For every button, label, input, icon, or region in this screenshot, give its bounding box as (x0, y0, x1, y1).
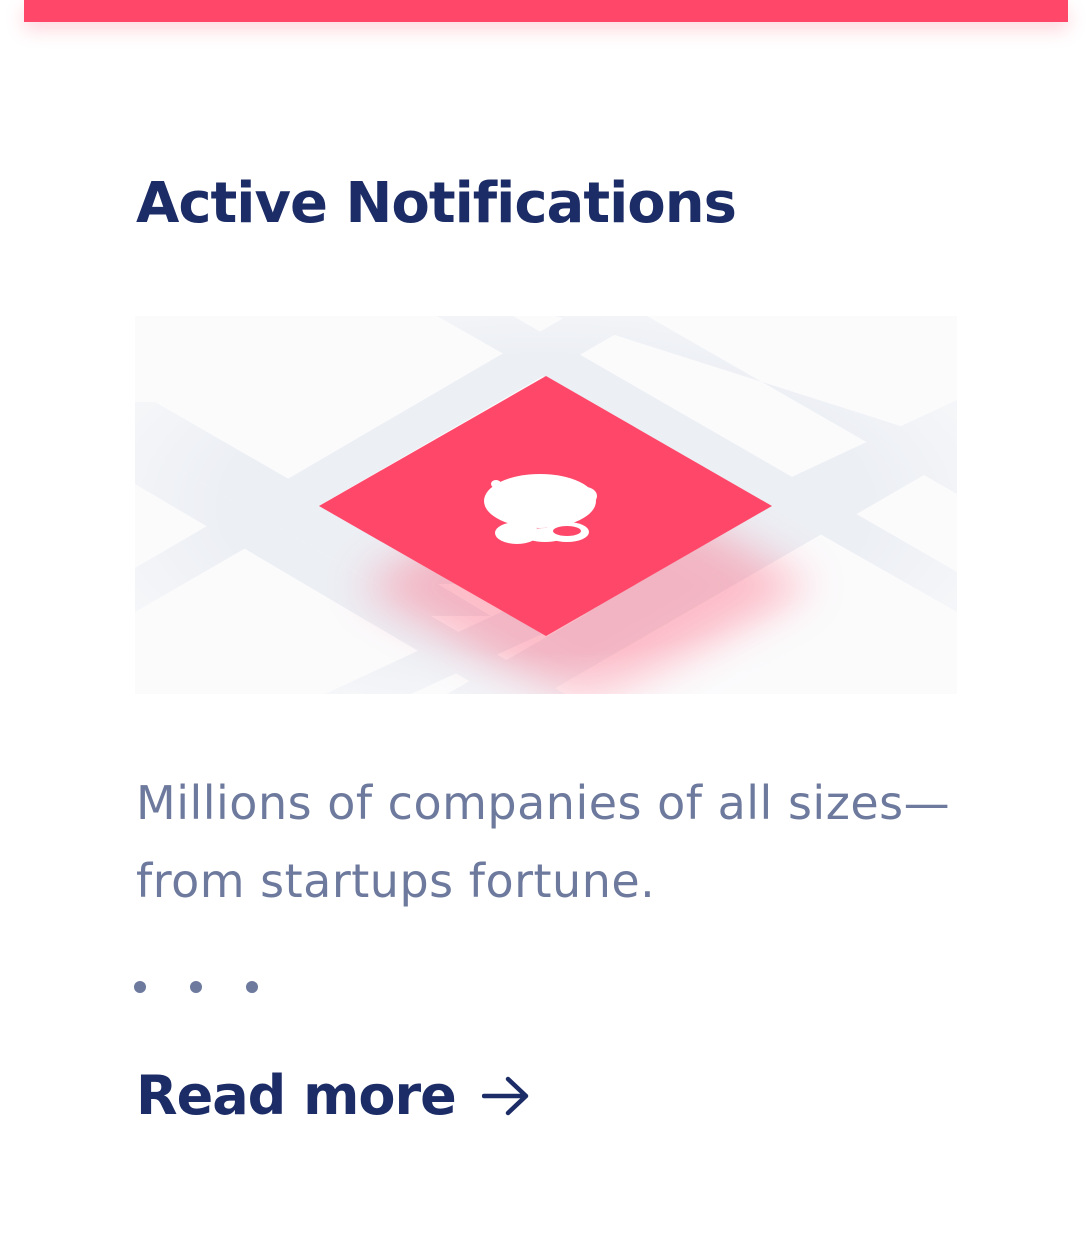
pager-dot[interactable] (134, 981, 146, 993)
read-more-label: Read more (136, 1064, 457, 1127)
card-description: Millions of companies of all sizes—from … (136, 776, 951, 908)
read-more-link[interactable]: Read more (136, 1060, 532, 1132)
arrow-right-icon (481, 1076, 528, 1116)
card-accent-bar (24, 0, 1068, 22)
isometric-grid-illustration (135, 316, 957, 694)
card-illustration (135, 316, 957, 694)
pager-dot[interactable] (190, 981, 202, 993)
pager-dots (134, 981, 258, 993)
pager-dot[interactable] (246, 981, 258, 993)
card-title: Active Notifications (136, 171, 737, 236)
